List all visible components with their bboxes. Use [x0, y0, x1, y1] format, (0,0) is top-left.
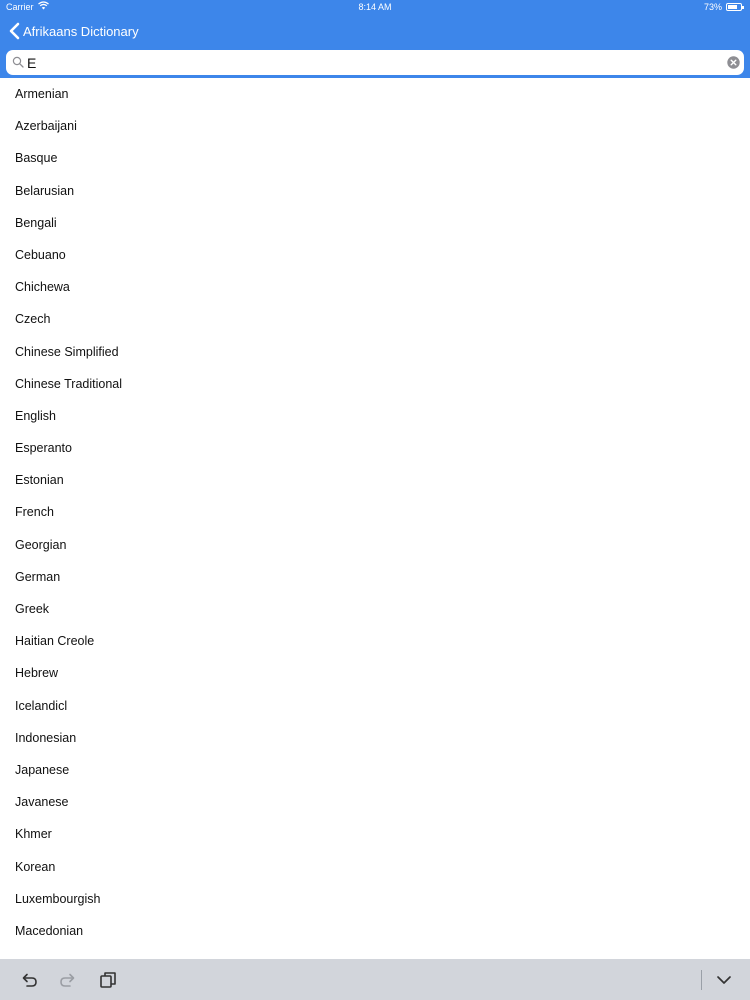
status-bar: Carrier 8:14 AM 73%	[0, 0, 750, 14]
language-item[interactable]: Cebuano	[0, 239, 750, 271]
language-item[interactable]: Macedonian	[0, 915, 750, 947]
language-item[interactable]: Georgian	[0, 529, 750, 561]
clock: 8:14 AM	[358, 2, 392, 12]
battery-percent: 73%	[703, 2, 722, 12]
paste-icon[interactable]	[98, 970, 118, 990]
language-item[interactable]: Indonesian	[0, 722, 750, 754]
search-bar	[0, 48, 750, 78]
language-item[interactable]: German	[0, 561, 750, 593]
language-item[interactable]: Chinese Simplified	[0, 336, 750, 368]
search-input[interactable]	[27, 53, 717, 72]
language-item[interactable]: Greek	[0, 593, 750, 625]
language-item[interactable]: Haitian Creole	[0, 625, 750, 657]
language-item[interactable]: French	[0, 496, 750, 528]
back-button[interactable]: Afrikaans Dictionary	[8, 20, 139, 42]
language-item[interactable]: English	[0, 400, 750, 432]
back-button-label: Afrikaans Dictionary	[23, 23, 139, 39]
language-item[interactable]: Esperanto	[0, 432, 750, 464]
language-item[interactable]: Basque	[0, 142, 750, 174]
search-field[interactable]	[6, 50, 744, 75]
language-item[interactable]: Chichewa	[0, 271, 750, 303]
chevron-down-icon[interactable]	[714, 970, 734, 990]
language-item[interactable]: Korean	[0, 851, 750, 883]
language-item[interactable]: Estonian	[0, 464, 750, 496]
language-item[interactable]: Icelandicl	[0, 690, 750, 722]
language-item[interactable]: Khmer	[0, 818, 750, 850]
language-item[interactable]: Czech	[0, 303, 750, 335]
toolbar-divider	[701, 970, 702, 990]
language-item[interactable]: Luxembourgish	[0, 883, 750, 915]
language-item[interactable]: Armenian	[0, 78, 750, 110]
keyboard-toolbar	[0, 959, 750, 1000]
undo-icon[interactable]	[19, 970, 39, 990]
language-item[interactable]: Belarusian	[0, 175, 750, 207]
language-item[interactable]: Hebrew	[0, 657, 750, 689]
redo-icon[interactable]	[58, 970, 78, 990]
navigation-bar: Afrikaans Dictionary	[0, 14, 750, 48]
language-item[interactable]: Chinese Traditional	[0, 368, 750, 400]
language-item[interactable]: Bengali	[0, 207, 750, 239]
language-item[interactable]: Javanese	[0, 786, 750, 818]
language-list: Armenian Azerbaijani Basque Belarusian Benga…	[0, 78, 750, 958]
clear-search-icon[interactable]	[727, 56, 740, 69]
chevron-left-icon	[9, 22, 20, 40]
language-item[interactable]: Japanese	[0, 754, 750, 786]
search-icon	[12, 56, 24, 68]
language-item[interactable]: Azerbaijani	[0, 110, 750, 142]
battery-icon	[726, 3, 744, 11]
